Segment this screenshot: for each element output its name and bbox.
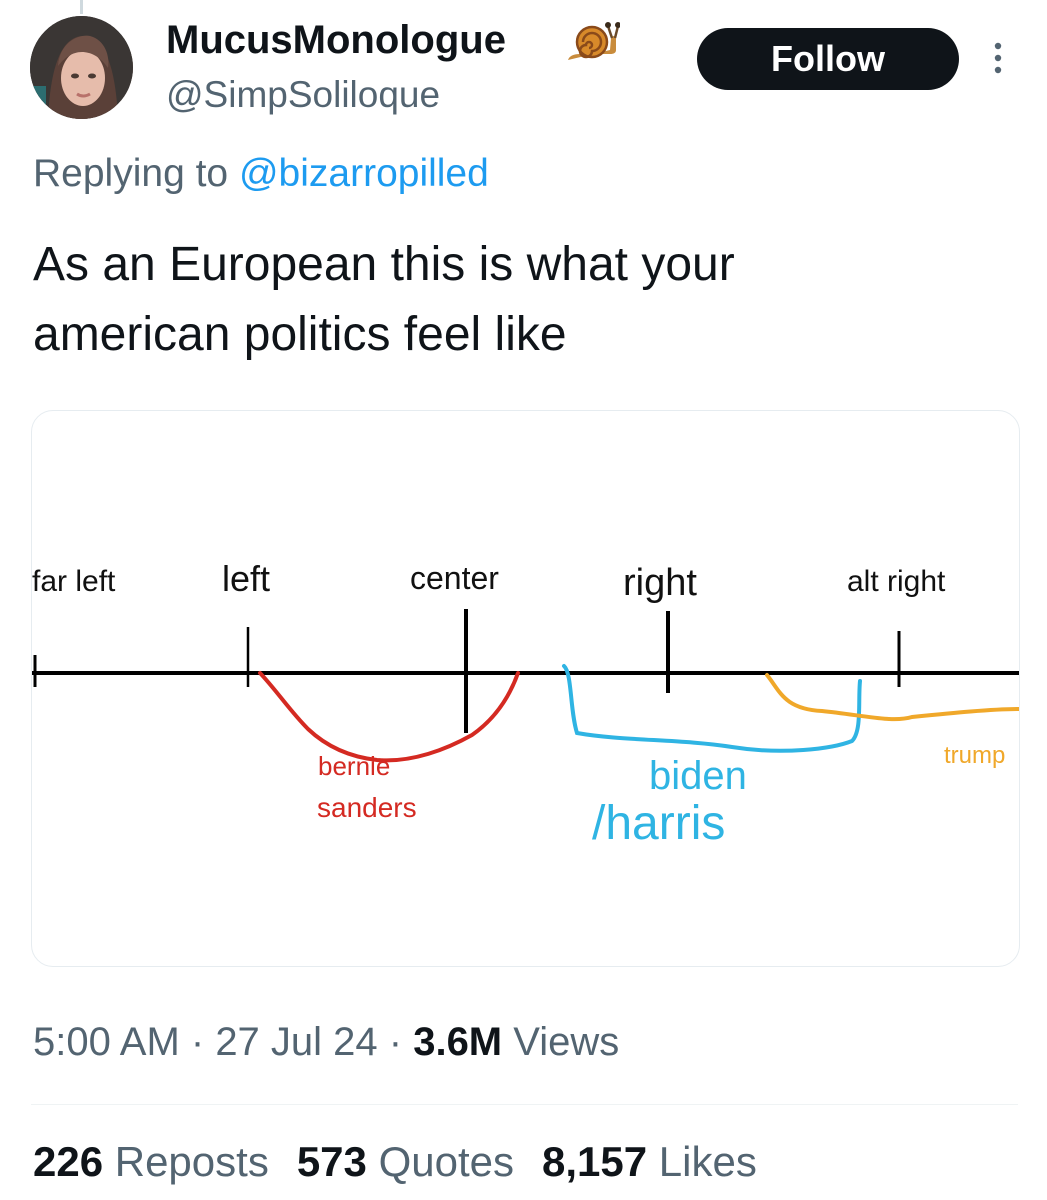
reposts-label: Reposts (103, 1138, 269, 1185)
user-handle[interactable]: @SimpSoliloque (166, 74, 440, 116)
biden-annotation-line1: biden (649, 754, 747, 798)
trump-annotation: trump (944, 742, 1005, 769)
tweet-image[interactable]: far left left center right alt right ber… (31, 410, 1020, 967)
biden-curve (562, 664, 862, 753)
label-right: right (623, 562, 697, 604)
label-center: center (410, 560, 499, 596)
follow-button[interactable]: Follow (697, 28, 959, 90)
tweet-date[interactable]: 27 Jul 24 (215, 1020, 377, 1064)
reply-mention-link[interactable]: @bizarropilled (239, 152, 489, 195)
quotes-stat[interactable]: 573 Quotes (297, 1138, 514, 1185)
reposts-count: 226 (33, 1138, 104, 1185)
label-alt-right: alt right (847, 565, 946, 598)
biden-annotation-line2: /harris (592, 797, 725, 850)
replying-prefix: Replying to (33, 152, 239, 195)
sanders-curve (258, 671, 520, 763)
avatar[interactable] (30, 16, 133, 119)
more-options-icon[interactable] (988, 40, 1008, 80)
tweet-text: As an European this is what your america… (33, 238, 735, 361)
tweet-time[interactable]: 5:00 AM (33, 1020, 180, 1064)
snail-icon (566, 20, 621, 66)
divider (31, 1104, 1018, 1105)
thread-connector-line (80, 0, 83, 14)
display-name[interactable]: MucusMonologue (166, 18, 506, 63)
replying-to: Replying to @bizarropilled (33, 152, 489, 196)
meta-separator: · (377, 1020, 414, 1064)
label-left: left (222, 558, 270, 599)
engagement-stats: 226 Reposts 573 Quotes 8,157 Likes (33, 1138, 785, 1186)
views-count: 3.6M (413, 1020, 503, 1064)
likes-stat[interactable]: 8,157 Likes (542, 1138, 757, 1185)
sanders-annotation-line2: sanders (317, 792, 417, 823)
likes-label: Likes (647, 1138, 757, 1185)
views-label: Views (502, 1020, 620, 1064)
reposts-stat[interactable]: 226 Reposts (33, 1138, 269, 1185)
quotes-label: Quotes (366, 1138, 514, 1185)
likes-count: 8,157 (542, 1138, 648, 1185)
trump-curve (765, 673, 1019, 722)
sanders-annotation-line1: bernie (318, 751, 390, 781)
meta-separator: · (179, 1020, 216, 1064)
quotes-count: 573 (296, 1138, 367, 1185)
label-far-left: far left (32, 565, 116, 598)
tweet-meta: 5:00 AM · 27 Jul 24 · 3.6M Views (33, 1020, 619, 1065)
